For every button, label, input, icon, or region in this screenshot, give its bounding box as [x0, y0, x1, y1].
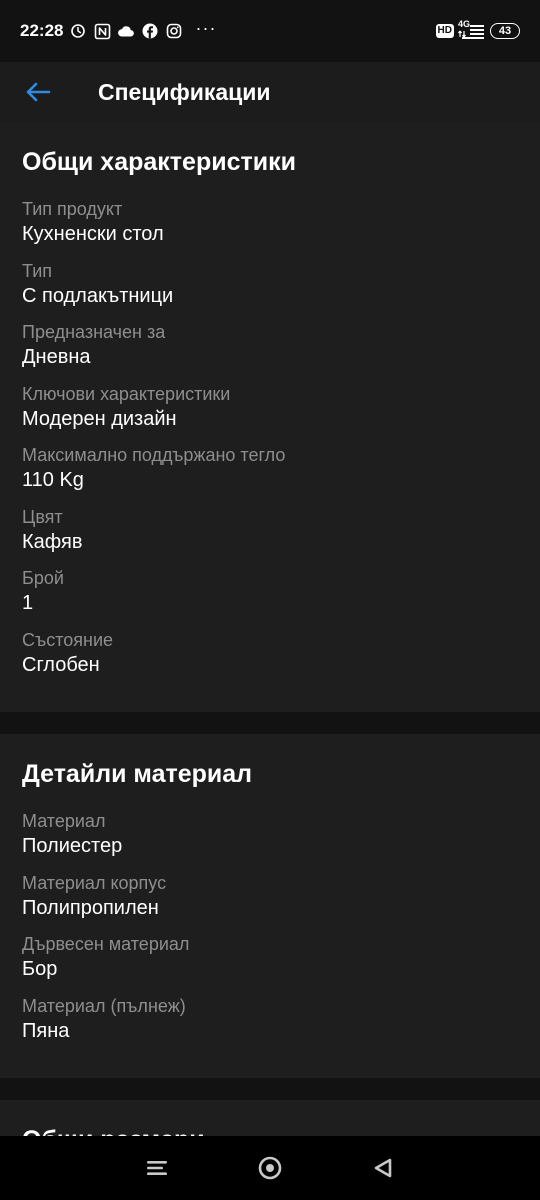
- hd-badge: HD: [435, 24, 454, 38]
- spec-label: Максимално поддържано тегло: [22, 445, 286, 465]
- spec-value: Кафяв: [22, 530, 83, 553]
- system-nav-bar: [0, 1136, 540, 1200]
- spec-value: 110 Kg: [22, 469, 84, 491]
- section-title: Детайли материал: [22, 760, 253, 788]
- spec-label: Материал: [22, 811, 106, 831]
- facebook-icon: [141, 22, 159, 40]
- section-material: Детайли материал Материал Полиестер Мате…: [0, 734, 540, 1078]
- spec-row: Максимално поддържано тегло 110 Kg: [22, 438, 518, 500]
- spec-value: Пяна: [22, 1019, 70, 1042]
- spec-label: Тип продукт: [22, 199, 123, 219]
- spec-label: Състояние: [22, 629, 114, 650]
- spec-row: Материал (пълнеж) Пяна: [22, 989, 518, 1051]
- spec-value: Полиестер: [22, 835, 123, 857]
- spec-value: Кухненски стол: [22, 223, 164, 245]
- nfc-icon: [93, 22, 111, 40]
- section-general: Общи характеристики Тип продукт Кухненск…: [0, 122, 540, 712]
- spec-value: Модерен дизайн: [22, 407, 177, 430]
- nav-back-button[interactable]: [361, 1146, 405, 1190]
- spec-label: Дървесен материал: [22, 934, 190, 954]
- triangle-back-icon: [375, 1158, 392, 1178]
- spec-row: Цвят Кафяв: [22, 500, 518, 562]
- spec-value: Полипропилен: [22, 896, 159, 919]
- specs-content[interactable]: Общи характеристики Тип продукт Кухненск…: [0, 122, 540, 1136]
- spec-value: Дневна: [22, 346, 91, 368]
- home-circle-icon: [258, 1156, 282, 1180]
- status-right: HD 4G 43: [435, 19, 520, 41]
- spec-label: Тип: [22, 260, 53, 281]
- status-time: 22:28: [20, 21, 64, 40]
- section-title: Общи размери: [22, 1100, 518, 1136]
- nav-home-button[interactable]: [248, 1146, 292, 1190]
- spec-label: Предназначен за: [22, 322, 166, 342]
- spec-label: Материал корпус: [22, 872, 167, 893]
- spec-value: Сглобен: [22, 653, 100, 676]
- spec-label: Ключови характеристики: [22, 383, 231, 404]
- spec-row: Състояние Сглобен: [22, 623, 518, 685]
- spec-row: Дървесен материал Бор: [22, 927, 518, 989]
- page-title: Спецификации: [98, 78, 271, 105]
- signal-icon: 4G: [458, 19, 486, 41]
- section-dimensions: Общи размери: [0, 1100, 540, 1136]
- spec-label: Брой: [22, 568, 64, 588]
- alarm-icon: [69, 22, 87, 40]
- more-notifications-icon: ···: [195, 18, 217, 38]
- status-bar: 22:28 ··· HD 4G 43: [0, 0, 540, 62]
- spec-row: Тип С подлакътници: [22, 254, 518, 316]
- spec-value: С подлакътници: [22, 284, 174, 307]
- battery-indicator: 43: [490, 23, 520, 39]
- spec-value: 1: [22, 592, 34, 614]
- arrow-left-icon: [26, 82, 51, 102]
- instagram-icon: [165, 22, 183, 40]
- spec-row: Материал Полиестер: [22, 804, 518, 866]
- back-button[interactable]: [20, 74, 56, 110]
- spec-row: Материал корпус Полипропилен: [22, 866, 518, 928]
- nav-recents-button[interactable]: [135, 1146, 179, 1190]
- spec-value: Бор: [22, 958, 58, 980]
- menu-icon: [146, 1161, 167, 1175]
- status-left: 22:28 ···: [20, 18, 217, 41]
- cloud-icon: [117, 22, 135, 40]
- spec-row: Предназначен за Дневна: [22, 315, 518, 377]
- spec-label: Материал (пълнеж): [22, 995, 186, 1016]
- section-title: Общи характеристики: [22, 148, 296, 176]
- spec-row: Ключови характеристики Модерен дизайн: [22, 377, 518, 439]
- app-bar: Спецификации: [0, 62, 540, 122]
- spec-label: Цвят: [22, 506, 63, 527]
- spec-row: Брой 1: [22, 561, 518, 623]
- spec-row: Тип продукт Кухненски стол: [22, 192, 518, 254]
